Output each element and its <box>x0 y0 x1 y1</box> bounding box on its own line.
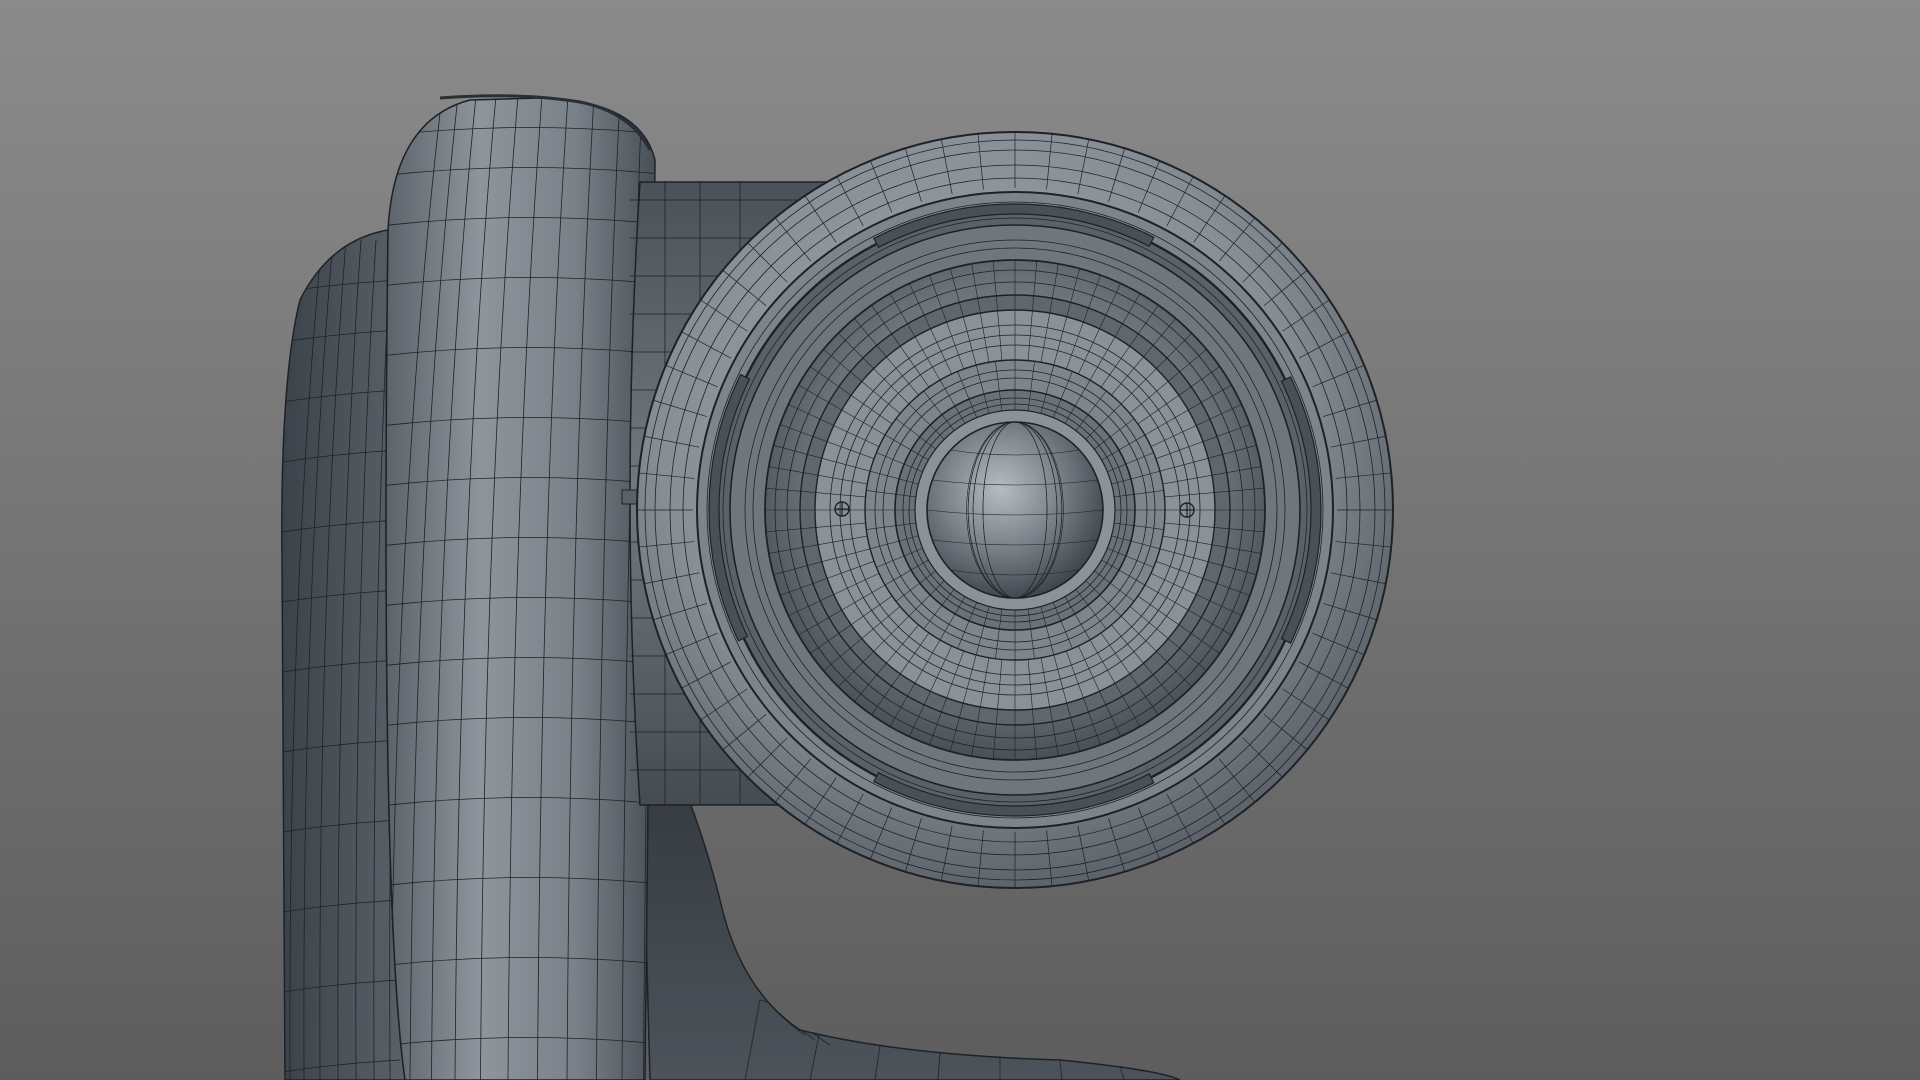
yoke-arm-side <box>281 229 406 1080</box>
wireframe-scene <box>0 0 1920 1080</box>
lens-screw-left <box>834 501 850 517</box>
lens-screw-right <box>1179 502 1195 518</box>
3d-viewport[interactable] <box>0 0 1920 1080</box>
yoke-arm-front <box>385 94 656 1080</box>
lens-assembly <box>636 131 1394 889</box>
